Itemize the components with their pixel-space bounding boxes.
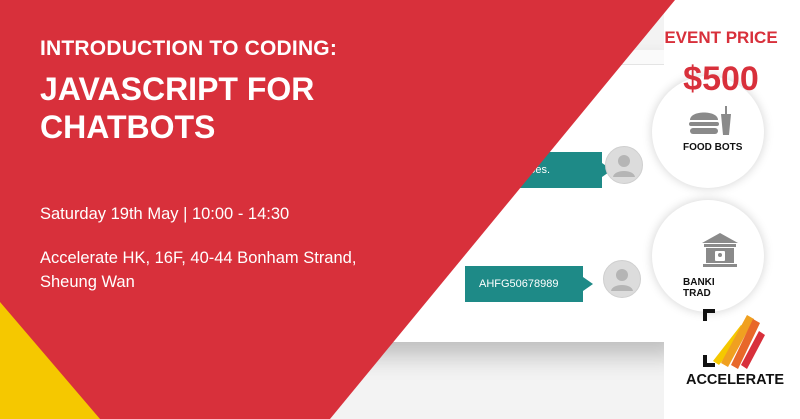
event-price: $500: [683, 60, 759, 98]
event-date-time: Saturday 19th May | 10:00 - 14:30: [40, 205, 290, 223]
chat-bubble: AHFG50678989: [465, 266, 593, 302]
brand-name: ACCELERATE: [685, 372, 784, 388]
accelerate-logo: [701, 305, 765, 374]
user-avatar-icon: [603, 260, 641, 298]
event-venue: Accelerate HK, 16F, 40-44 Bonham Strand,…: [40, 249, 357, 291]
category-label: FOOD BOTS: [683, 142, 743, 153]
burger-icon: [686, 104, 734, 143]
bank-icon: [700, 231, 740, 274]
category-label: BANKI TRAD: [683, 277, 715, 299]
chat-message: AHFG50678989: [479, 278, 559, 290]
event-banner: pair of shoes. AHFG50678989 FOOD BOTS: [0, 0, 800, 419]
page-title: JAVASCRIPT FOR CHATBOTS: [40, 71, 315, 145]
user-avatar-icon: [605, 146, 643, 184]
price-label: EVENT PRICE: [664, 28, 778, 47]
page-subtitle: INTRODUCTION TO CODING:: [40, 37, 338, 60]
